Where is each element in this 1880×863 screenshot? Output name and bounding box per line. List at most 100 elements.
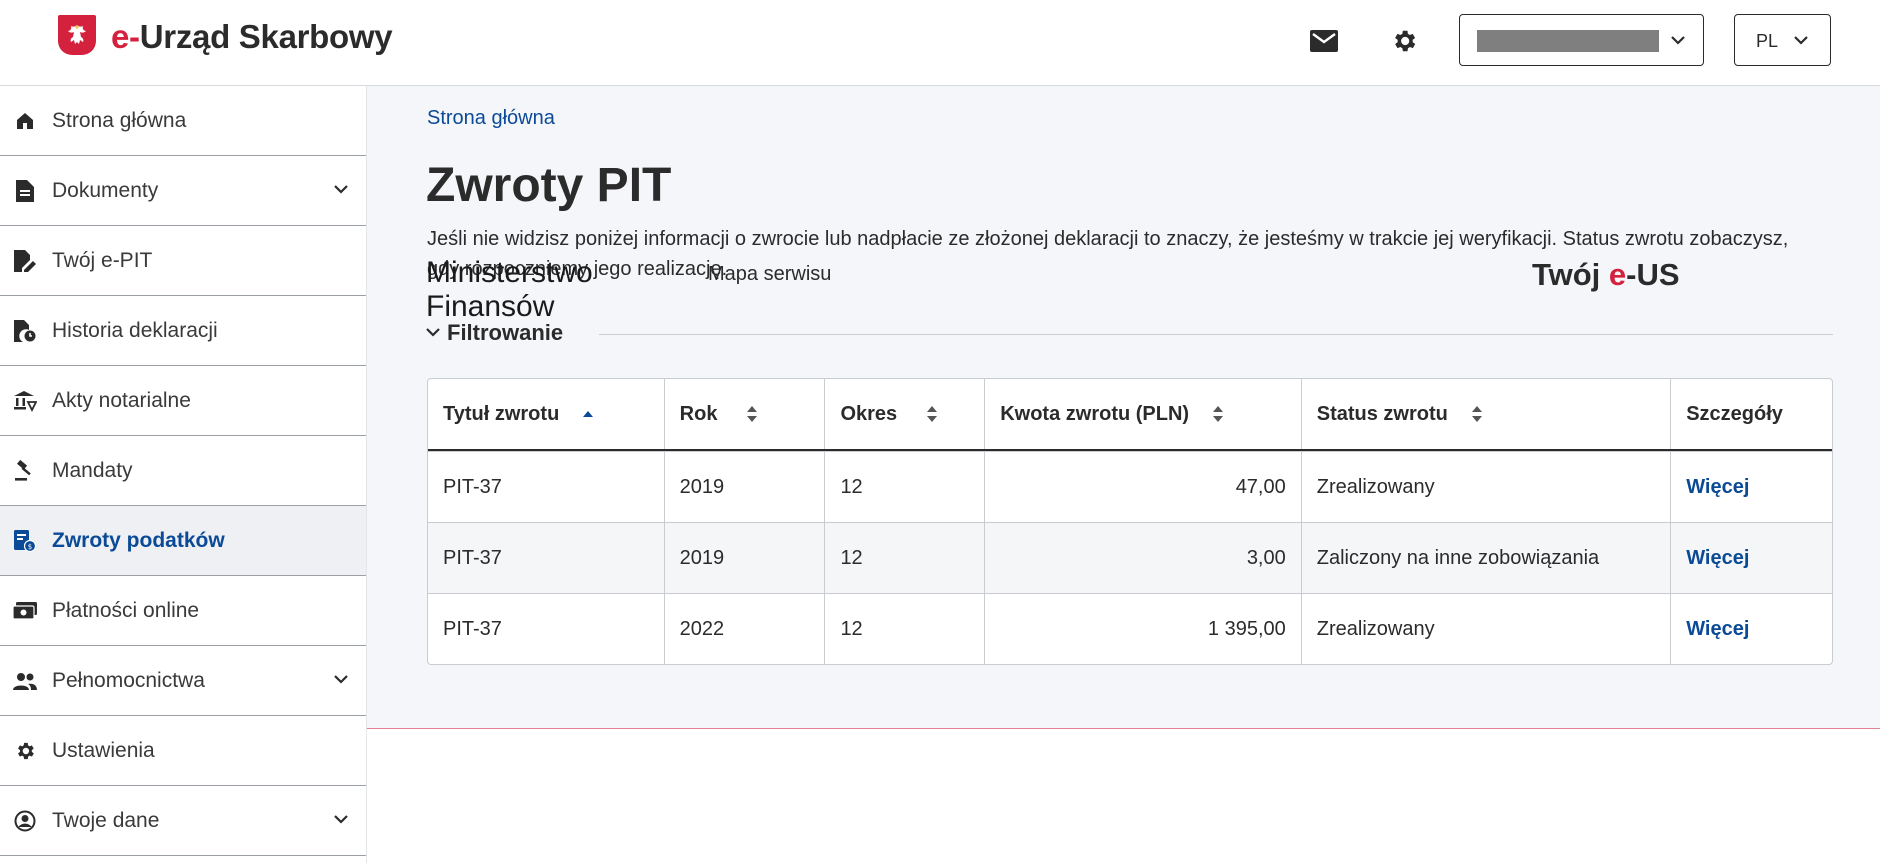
- sidebar-item-label: Strona główna: [52, 108, 187, 132]
- money-icon: [12, 598, 38, 624]
- refunds-table: Tytuł zwrotu Rok Okres Kwota zwrotu (PLN…: [427, 378, 1833, 665]
- table-row: PIT-37 2019 12 47,00 Zrealizowany Więcej: [428, 451, 1832, 522]
- cell-period: 12: [824, 523, 984, 593]
- user-account-select[interactable]: [1459, 14, 1704, 66]
- people-icon: [12, 668, 38, 694]
- gear-icon: [12, 738, 38, 764]
- cell-amount: 1 395,00: [984, 594, 1301, 664]
- sort-ascending-icon: [583, 410, 594, 418]
- filter-toggle[interactable]: Filtrowanie: [425, 316, 1833, 352]
- cell-period: 12: [824, 594, 984, 664]
- sidebar-item-historia-deklaracji[interactable]: Historia deklaracji: [0, 296, 366, 366]
- table-row: PIT-37 2022 12 1 395,00 Zrealizowany Wię…: [428, 593, 1832, 664]
- cell-status: Zaliczony na inne zobowiązania: [1300, 523, 1670, 593]
- sidebar-item-zwroty-podatkow[interactable]: $ Zwroty podatków: [0, 506, 366, 576]
- home-icon: [12, 108, 38, 134]
- column-header-label: Kwota zwrotu (PLN): [1000, 402, 1190, 425]
- column-header-okres[interactable]: Okres: [824, 379, 984, 449]
- column-header-rok[interactable]: Rok: [663, 379, 825, 449]
- details-link[interactable]: Więcej: [1686, 547, 1749, 570]
- footer: [367, 729, 1880, 863]
- redacted-username: [1477, 30, 1659, 52]
- app-logo-text[interactable]: e-Urząd Skarbowy: [111, 18, 393, 56]
- gear-icon[interactable]: [1388, 25, 1420, 57]
- cell-year: 2019: [663, 452, 825, 522]
- polish-eagle-emblem-icon: [58, 15, 96, 55]
- sidebar-item-dokumenty[interactable]: Dokumenty: [0, 156, 366, 226]
- cell-title: PIT-37: [443, 475, 502, 498]
- language-label: PL: [1756, 31, 1779, 51]
- sort-icon: [1471, 405, 1482, 423]
- column-header-label: Status zwrotu: [1316, 402, 1448, 425]
- sidebar-item-label: Zwroty podatków: [52, 528, 225, 552]
- main-content: Strona główna Zwroty PIT Jeśli nie widzi…: [367, 86, 1880, 863]
- sidebar-item-label: Pełnomocnictwa: [52, 668, 205, 692]
- sidebar-item-label: Mandaty: [52, 458, 133, 482]
- column-header-status[interactable]: Status zwrotu: [1300, 379, 1670, 449]
- ministry-logo-text[interactable]: Ministerstwo Finansów: [426, 256, 626, 324]
- cell-period: 12: [824, 452, 984, 522]
- chevron-down-icon: [426, 328, 440, 337]
- sidebar-item-label: Płatności online: [52, 598, 200, 622]
- chevron-down-icon: [1671, 36, 1685, 45]
- sidebar-nav: Strona główna Dokumenty Twój e-PIT Histo…: [0, 86, 367, 863]
- details-link[interactable]: Więcej: [1686, 618, 1749, 641]
- sitemap-link[interactable]: Mapa serwisu: [708, 263, 831, 286]
- sidebar-item-label: Ustawienia: [52, 738, 155, 762]
- filter-divider: [599, 334, 1833, 335]
- document-clock-icon: [12, 318, 38, 344]
- sidebar-item-pelnomocnictwa[interactable]: Pełnomocnictwa: [0, 646, 366, 716]
- column-header-label: Rok: [679, 402, 718, 425]
- details-link[interactable]: Więcej: [1686, 476, 1749, 499]
- cell-title: PIT-37: [443, 617, 502, 640]
- table-header-row: Tytuł zwrotu Rok Okres Kwota zwrotu (PLN…: [428, 379, 1832, 451]
- column-header-kwota[interactable]: Kwota zwrotu (PLN): [984, 379, 1301, 449]
- document-icon: [12, 178, 38, 204]
- chevron-down-icon[interactable]: [332, 670, 350, 688]
- table-row: PIT-37 2019 12 3,00 Zaliczony na inne zo…: [428, 522, 1832, 593]
- column-header-label: Tytuł zwrotu: [443, 402, 560, 425]
- logo-prefix: e-: [111, 18, 140, 55]
- user-circle-icon: [12, 808, 38, 834]
- logo-name: Urząd Skarbowy: [139, 18, 393, 55]
- chevron-down-icon: [1794, 36, 1808, 45]
- breadcrumb-home-link[interactable]: Strona główna: [427, 107, 555, 130]
- chevron-down-icon[interactable]: [332, 180, 350, 198]
- cell-status: Zrealizowany: [1300, 594, 1670, 664]
- cell-title: PIT-37: [443, 546, 502, 569]
- cell-year: 2019: [663, 523, 825, 593]
- sidebar-item-label: Twój e-PIT: [52, 248, 153, 272]
- gavel-icon: [12, 458, 38, 484]
- notary-icon: [12, 388, 38, 414]
- cell-year: 2022: [663, 594, 825, 664]
- column-header-szczegoly: Szczegóły: [1670, 379, 1832, 449]
- sort-icon: [927, 405, 938, 423]
- sidebar-item-label: Twoje dane: [52, 808, 160, 832]
- sidebar-item-ustawienia[interactable]: Ustawienia: [0, 716, 366, 786]
- sidebar-item-akty-notarialne[interactable]: Akty notarialne: [0, 366, 366, 436]
- sidebar-item-strona-glowna[interactable]: Strona główna: [0, 86, 366, 156]
- cell-status: Zrealizowany: [1300, 452, 1670, 522]
- sidebar-item-twoje-dane[interactable]: Twoje dane: [0, 786, 366, 856]
- sidebar-item-label: Dokumenty: [52, 178, 159, 202]
- envelope-icon[interactable]: [1308, 25, 1340, 57]
- footer-logo-e: e: [1608, 257, 1627, 292]
- column-header-label: Okres: [840, 402, 898, 425]
- cell-details: Więcej: [1670, 594, 1832, 664]
- footer-app-logo[interactable]: Twój e-US: [1532, 257, 1680, 293]
- cell-amount: 47,00: [984, 452, 1301, 522]
- sidebar-item-mandaty[interactable]: Mandaty: [0, 436, 366, 506]
- cell-details: Więcej: [1670, 523, 1832, 593]
- sidebar-item-label: Akty notarialne: [52, 388, 191, 412]
- sidebar-item-platnosci-online[interactable]: Płatności online: [0, 576, 366, 646]
- svg-text:$: $: [28, 543, 32, 551]
- column-header-tytul[interactable]: Tytuł zwrotu: [428, 379, 664, 449]
- footer-logo-suffix: -US: [1626, 257, 1680, 292]
- sidebar-item-twoj-e-pit[interactable]: Twój e-PIT: [0, 226, 366, 296]
- cell-details: Więcej: [1670, 452, 1832, 522]
- top-header: e-Urząd Skarbowy PL: [0, 0, 1880, 86]
- page-title: Zwroty PIT: [426, 159, 672, 212]
- footer-logo-prefix: Twój: [1532, 257, 1609, 292]
- language-select[interactable]: PL: [1734, 14, 1831, 66]
- chevron-down-icon[interactable]: [332, 810, 350, 828]
